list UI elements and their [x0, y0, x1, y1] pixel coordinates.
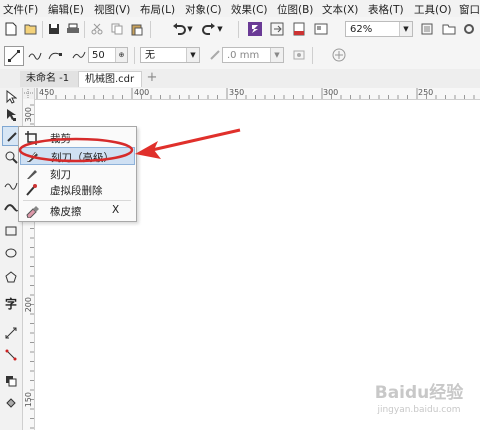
menu-bar: 文件(F) 编辑(E) 视图(V) 布局(L) 对象(C) 效果(C) 位图(B…	[0, 0, 480, 18]
tab-untitled[interactable]: 未命名 -1	[20, 71, 78, 87]
menu-tools[interactable]: 工具(O)	[414, 2, 451, 17]
dimension-tool-icon[interactable]	[2, 324, 20, 342]
export-icon[interactable]	[268, 20, 286, 38]
add-icon[interactable]	[330, 46, 348, 64]
flyout-item-eraser[interactable]: 橡皮擦 X	[20, 202, 135, 220]
outline-style-select[interactable]: 无 ▼	[140, 47, 200, 63]
eraser-icon	[26, 206, 39, 218]
add-tab-button[interactable]: +	[144, 71, 160, 87]
zoom-level-combo[interactable]: 62% ▼	[345, 21, 413, 37]
ruler-ticks	[36, 88, 475, 99]
rectangle-tool-icon[interactable]	[2, 222, 20, 240]
tab-mechanical-drawing[interactable]: 机械图.cdr	[78, 71, 142, 87]
bezier-cut-icon[interactable]	[46, 46, 64, 64]
cut-icon[interactable]	[88, 20, 106, 38]
nib-size-value: 50	[92, 50, 105, 61]
paste-icon[interactable]	[128, 20, 146, 38]
straight-cut-icon[interactable]	[4, 46, 24, 66]
connector-tool-icon[interactable]	[2, 346, 20, 364]
copy-icon[interactable]	[108, 20, 126, 38]
nib-size-field[interactable]: 50 ⊕	[88, 47, 128, 63]
menu-window[interactable]: 窗口	[459, 2, 480, 17]
ellipse-tool-icon[interactable]	[2, 244, 20, 262]
horizontal-ruler: 450 400 350 300 250	[23, 88, 480, 100]
flyout-item-shortcut: X	[112, 204, 120, 216]
shape-tool-icon[interactable]	[2, 106, 20, 124]
ruler-label: 400	[134, 88, 150, 97]
ruler-label: 300	[24, 107, 33, 123]
ruler-label: 350	[229, 88, 245, 97]
menu-view[interactable]: 视图(V)	[94, 2, 130, 17]
flyout-item-knife-advanced[interactable]: 刻刀（高级）	[20, 147, 135, 165]
ruler-label: 150	[24, 392, 33, 408]
menu-object[interactable]: 对象(C)	[185, 2, 222, 17]
text-tool-icon[interactable]: 字	[2, 294, 20, 312]
standard-toolbar: ▼ ▼ 62% ▼	[0, 17, 480, 43]
flyout-item-label: 裁剪	[50, 133, 71, 145]
baidu-watermark: Baidu经验 jingyan.baidu.com	[360, 382, 478, 426]
document-tabs: 未命名 -1 机械图.cdr +	[0, 69, 480, 89]
full-screen-icon[interactable]	[418, 20, 436, 38]
watermark-url: jingyan.baidu.com	[377, 405, 461, 415]
snap-to-icon[interactable]	[440, 20, 458, 38]
auto-close-icon[interactable]	[290, 46, 308, 64]
knife-icon	[27, 170, 37, 179]
property-bar: 50 ⊕ 无 ▼ .0 mm ▼	[0, 42, 480, 70]
flyout-item-label: 虚拟段删除	[50, 185, 103, 197]
print-icon[interactable]	[64, 20, 82, 38]
polygon-tool-icon[interactable]	[2, 268, 20, 286]
flyout-divider	[23, 200, 131, 201]
new-document-icon[interactable]	[2, 20, 20, 38]
outline-style-value: 无	[145, 50, 155, 61]
pick-tool-icon[interactable]	[2, 88, 20, 106]
import-icon[interactable]	[246, 20, 264, 38]
menu-bitmaps[interactable]: 位图(B)	[277, 2, 313, 17]
ruler-label: 200	[24, 297, 33, 313]
flyout-item-virtual-segment-delete[interactable]: 虚拟段删除	[20, 181, 135, 199]
interactive-tool-icon[interactable]	[2, 372, 20, 390]
chevron-down-icon[interactable]: ▼	[270, 48, 283, 62]
menu-text[interactable]: 文本(X)	[322, 2, 358, 17]
redo-dropdown-icon[interactable]: ▼	[216, 20, 224, 38]
ruler-label: 450	[39, 88, 55, 97]
ruler-label: 300	[323, 88, 339, 97]
outline-width-value: .0 mm	[227, 50, 260, 61]
menu-file[interactable]: 文件(F)	[3, 2, 38, 17]
welcome-screen-icon[interactable]	[312, 20, 330, 38]
split-icon[interactable]: ⊕	[115, 48, 127, 62]
settings-icon[interactable]	[460, 20, 478, 38]
menu-layout[interactable]: 布局(L)	[140, 2, 175, 17]
ruler-label: 250	[418, 88, 434, 97]
freehand-cut-icon[interactable]	[26, 46, 44, 64]
flyout-item-label: 刻刀	[50, 169, 71, 181]
fill-tool-icon[interactable]	[2, 394, 20, 412]
chevron-down-icon[interactable]: ▼	[399, 22, 412, 36]
outline-width-field[interactable]: .0 mm ▼	[222, 47, 284, 63]
open-folder-icon[interactable]	[22, 20, 40, 38]
undo-dropdown-icon[interactable]: ▼	[186, 20, 194, 38]
crop-icon	[25, 131, 39, 145]
flyout-item-label: 刻刀（高级）	[51, 152, 114, 164]
virtual-segment-delete-icon	[26, 184, 37, 196]
flyout-item-crop[interactable]: 裁剪	[20, 129, 135, 147]
knife-advanced-icon	[27, 152, 38, 162]
crop-tools-flyout: 裁剪 刻刀（高级） 刻刀 虚拟段删除 橡皮擦 X	[18, 126, 137, 222]
watermark-logo-text: Baidu经验	[374, 383, 464, 403]
flyout-item-label: 橡皮擦	[50, 206, 82, 218]
publish-pdf-icon[interactable]	[290, 20, 308, 38]
nib-shape-icon[interactable]	[70, 46, 88, 64]
save-icon[interactable]	[45, 20, 63, 38]
menu-table[interactable]: 表格(T)	[368, 2, 404, 17]
menu-effects[interactable]: 效果(C)	[231, 2, 268, 17]
menu-edit[interactable]: 编辑(E)	[48, 2, 84, 17]
chevron-down-icon[interactable]: ▼	[186, 48, 199, 62]
zoom-level-value: 62%	[350, 24, 373, 35]
